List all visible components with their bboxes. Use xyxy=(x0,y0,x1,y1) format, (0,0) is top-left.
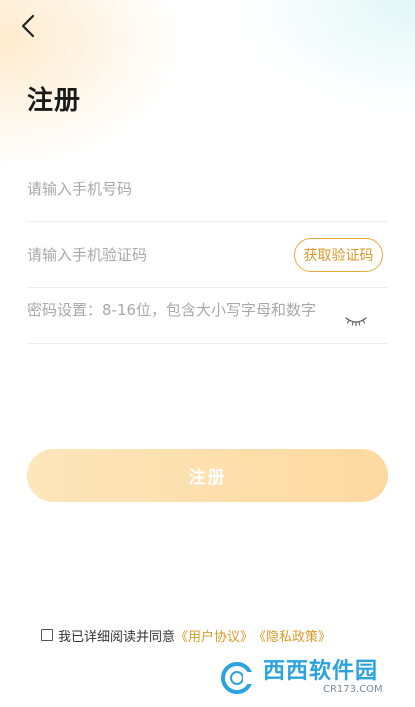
page-title: 注册 xyxy=(27,86,82,116)
watermark-sub-text: CR173.COM xyxy=(323,684,383,695)
password-input[interactable] xyxy=(27,283,327,337)
password-visibility-toggle[interactable] xyxy=(345,313,367,327)
get-code-button[interactable]: 获取验证码 xyxy=(294,238,383,272)
user-agreement-link[interactable]: 《用户协议》 xyxy=(175,626,253,645)
chevron-left-icon xyxy=(21,14,35,38)
watermark: 西西软件园 CR173.COM xyxy=(219,658,395,698)
watermark-logo-icon xyxy=(219,660,259,696)
phone-input[interactable] xyxy=(27,156,388,221)
eye-closed-icon xyxy=(345,317,367,327)
back-button[interactable] xyxy=(14,10,42,42)
password-field xyxy=(27,283,388,344)
agreement-row: 我已详细阅读并同意 《用户协议》 《隐私政策》 xyxy=(41,626,331,645)
agreement-checkbox[interactable] xyxy=(41,629,53,641)
register-button[interactable]: 注册 xyxy=(27,449,388,502)
verification-code-field: 获取验证码 xyxy=(27,222,388,288)
verification-code-input[interactable] xyxy=(27,222,277,287)
watermark-text: 西西软件园 CR173.COM xyxy=(263,661,383,695)
privacy-policy-link[interactable]: 《隐私政策》 xyxy=(253,626,331,645)
agreement-text: 我已详细阅读并同意 xyxy=(58,629,176,645)
phone-field xyxy=(27,156,388,222)
watermark-main-text: 西西软件园 xyxy=(263,659,379,684)
